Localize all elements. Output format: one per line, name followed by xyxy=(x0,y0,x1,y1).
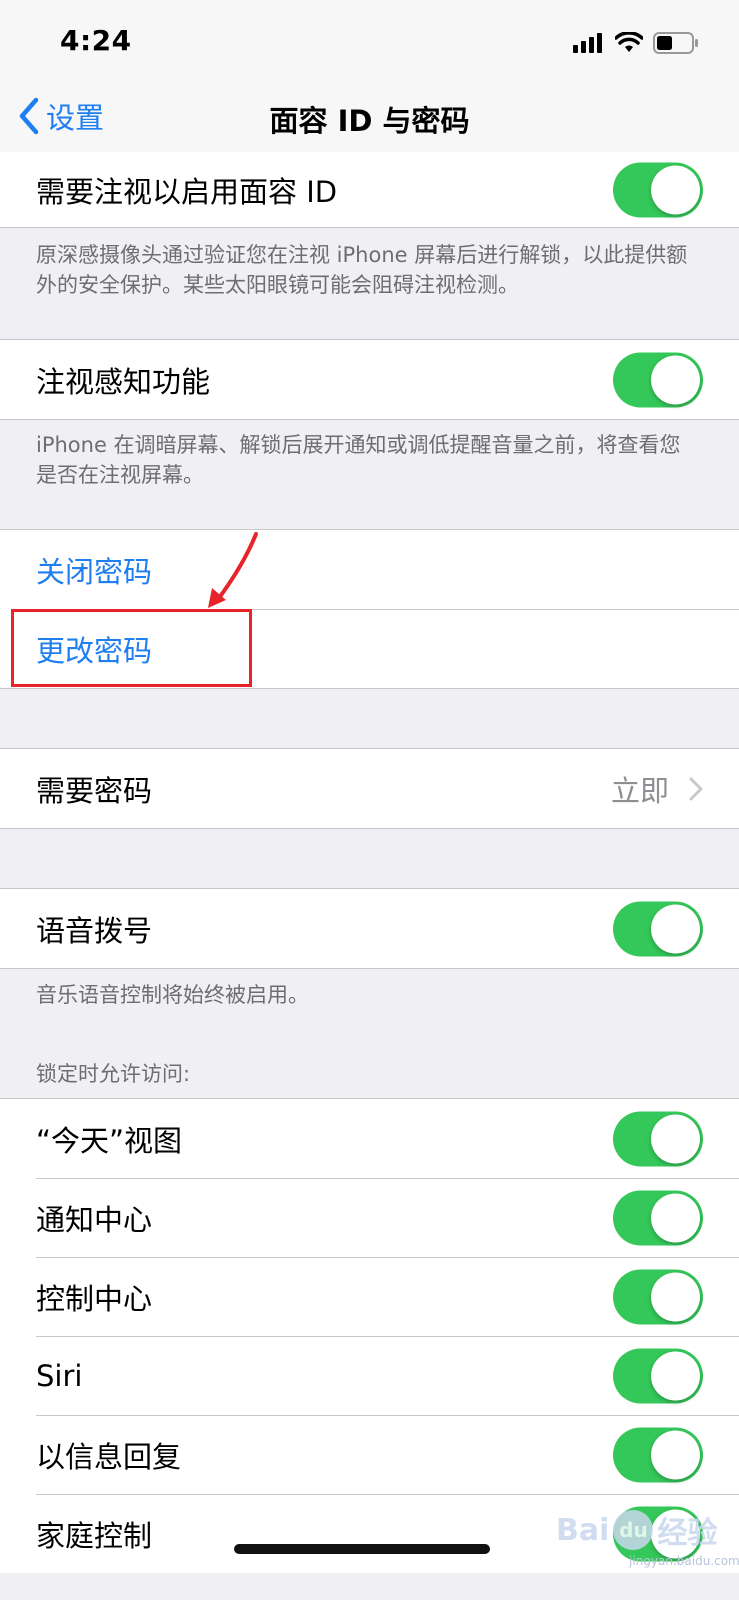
status-bar: 4:24 xyxy=(0,0,739,82)
locked-access-label: 家庭控制 xyxy=(36,1518,153,1553)
locked-access-item: 以信息回复 xyxy=(0,1415,739,1494)
toggle-knob xyxy=(651,1114,700,1163)
voice-dial-row: 语音拨号 xyxy=(0,889,739,968)
watermark-suffix: 经验 xyxy=(657,1516,718,1551)
status-icons xyxy=(573,30,699,56)
toggle-knob xyxy=(651,1272,700,1321)
reply-with-message-toggle[interactable] xyxy=(613,1427,703,1482)
page-title: 面容 ID 与密码 xyxy=(269,104,470,138)
toggle-knob xyxy=(651,165,700,214)
watermark-logo: du xyxy=(613,1510,654,1550)
voice-dial-group: 语音拨号 xyxy=(0,888,739,969)
locked-access-label: 控制中心 xyxy=(36,1281,153,1316)
locked-access-item: 控制中心 xyxy=(0,1257,739,1336)
voice-dial-toggle[interactable] xyxy=(613,901,703,956)
passcode-group: 关闭密码 更改密码 xyxy=(0,529,739,689)
attention-toggle[interactable] xyxy=(613,162,703,217)
toggle-knob xyxy=(651,1430,700,1479)
change-passcode-link[interactable]: 更改密码 xyxy=(36,628,152,670)
annotation-arrow-icon xyxy=(208,532,258,608)
locked-access-label: “今天”视图 xyxy=(36,1123,183,1158)
locked-access-item: Siri xyxy=(0,1336,739,1415)
toggle-knob xyxy=(651,1193,700,1242)
watermark-brand: Bai xyxy=(556,1512,610,1548)
control-center-toggle[interactable] xyxy=(613,1269,703,1324)
attention-aware-toggle[interactable] xyxy=(613,352,703,407)
baidu-watermark: Bai du 经验 xyxy=(556,1500,717,1560)
today-view-toggle[interactable] xyxy=(613,1111,703,1166)
attention-aware-group: 注视感知功能 xyxy=(0,339,739,420)
notification-center-toggle[interactable] xyxy=(613,1190,703,1245)
locked-access-label: Siri xyxy=(36,1358,83,1393)
require-passcode-row[interactable]: 需要密码 立即 xyxy=(0,749,739,828)
locked-access-label: 以信息回复 xyxy=(36,1439,182,1474)
home-indicator[interactable] xyxy=(234,1544,490,1554)
require-passcode-value: 立即 xyxy=(610,773,669,808)
turn-off-passcode-link[interactable]: 关闭密码 xyxy=(36,549,152,591)
toggle-knob xyxy=(651,904,700,953)
locked-access-item: “今天”视图 xyxy=(0,1099,739,1178)
locked-access-label: 通知中心 xyxy=(36,1202,153,1237)
voice-dial-label: 语音拨号 xyxy=(36,913,153,948)
toggle-knob xyxy=(651,355,700,404)
siri-toggle[interactable] xyxy=(613,1348,703,1403)
locked-access-header: 锁定时允许访问: xyxy=(36,1062,191,1086)
voice-dial-footnote: 音乐语音控制将始终被启用。 xyxy=(36,983,309,1007)
turn-off-passcode-row[interactable]: 关闭密码 xyxy=(0,530,739,609)
change-passcode-row[interactable]: 更改密码 xyxy=(0,609,739,688)
status-time: 4:24 xyxy=(60,24,132,57)
attention-aware-label: 注视感知功能 xyxy=(36,364,211,399)
attention-label: 需要注视以启用面容 ID xyxy=(36,174,338,209)
require-passcode-label: 需要密码 xyxy=(36,773,153,808)
attention-footnote: 原深感摄像头通过验证您在注视 iPhone 屏幕后进行解锁，以此提供额外的安全保… xyxy=(36,243,688,297)
battery-icon xyxy=(653,32,698,54)
toggle-knob xyxy=(651,1351,700,1400)
navigation-bar: 设置 面容 ID 与密码 xyxy=(0,82,739,156)
attention-group: 需要注视以启用面容 ID xyxy=(0,152,739,228)
attention-row: 需要注视以启用面容 ID xyxy=(0,152,739,227)
attention-aware-row: 注视感知功能 xyxy=(0,340,739,419)
watermark-url: jingyan.baidu.com xyxy=(629,1554,739,1568)
wifi-icon xyxy=(615,32,643,52)
locked-access-item: 通知中心 xyxy=(0,1178,739,1257)
attention-aware-footnote: iPhone 在调暗屏幕、解锁后展开通知或调低提醒音量之前，将查看您是否在注视屏… xyxy=(36,433,681,487)
chevron-right-icon xyxy=(689,777,703,800)
require-passcode-group: 需要密码 立即 xyxy=(0,748,739,829)
signal-icon xyxy=(573,33,602,53)
